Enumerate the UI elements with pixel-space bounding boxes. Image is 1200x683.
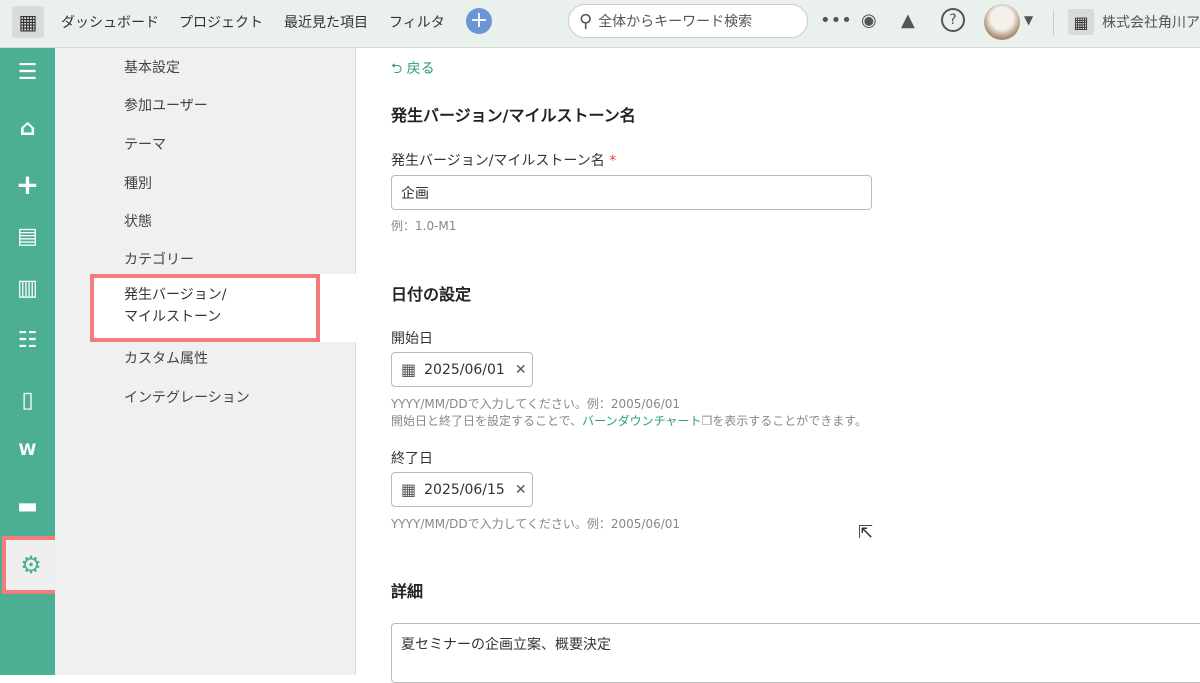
help-icon[interactable]: ? xyxy=(941,8,965,32)
highlight-box xyxy=(90,274,320,342)
settings-item-integration[interactable]: インテグレーション xyxy=(124,387,250,407)
burndown-link[interactable]: バーンダウンチャート xyxy=(582,414,701,428)
name-hint: 例：1.0-M1 xyxy=(391,219,457,233)
wiki-icon[interactable]: W xyxy=(0,440,55,459)
chevron-down-icon[interactable]: ▼ xyxy=(1024,13,1033,27)
nav-projects[interactable]: プロジェクト xyxy=(179,12,263,32)
watch-eye-icon[interactable]: ◉ xyxy=(861,10,877,31)
document-icon[interactable]: ▯ xyxy=(0,388,55,413)
mouse-cursor-icon: ⇱ xyxy=(858,522,874,543)
start-date-label: 開始日 xyxy=(391,331,433,347)
milestone-name-input[interactable]: 企画 xyxy=(391,175,872,210)
start-date-input[interactable]: ▦ 2025/06/01 ✕ xyxy=(391,352,533,387)
clear-icon[interactable]: ✕ xyxy=(515,362,527,378)
end-date-hint: YYYY/MM/DDで入力してください。例：2005/06/01 xyxy=(391,517,681,531)
board-icon[interactable]: ▥ xyxy=(0,276,55,301)
files-icon[interactable]: ▬ xyxy=(0,494,55,519)
more-icon[interactable]: ••• xyxy=(820,10,852,31)
company-name[interactable]: 株式会社角川ア xyxy=(1102,12,1200,32)
section-title-name: 発生バージョン/マイルストーン名 xyxy=(391,106,636,125)
settings-item-category[interactable]: カテゴリー xyxy=(124,249,194,269)
start-date-hint: YYYY/MM/DDで入力してください。例：2005/06/01 xyxy=(391,397,681,411)
settings-item-custom-fields[interactable]: カスタム属性 xyxy=(124,348,208,368)
avatar[interactable] xyxy=(984,4,1020,40)
nav-dashboard[interactable]: ダッシュボード xyxy=(61,12,159,32)
nav-recent[interactable]: 最近見た項目 xyxy=(284,12,368,32)
settings-item-theme[interactable]: テーマ xyxy=(124,134,166,154)
external-window-icon: ❐ xyxy=(701,414,713,428)
divider xyxy=(1053,10,1054,36)
burndown-hint: 開始日と終了日を設定することで、バーンダウンチャート❐を表示することができます。 xyxy=(391,414,868,428)
settings-item-basic[interactable]: 基本設定 xyxy=(124,57,180,77)
search-icon: ⚲ xyxy=(579,10,593,32)
section-title-dates: 日付の設定 xyxy=(391,285,472,304)
end-date-input[interactable]: ▦ 2025/06/15 ✕ xyxy=(391,472,533,507)
gantt-icon[interactable]: ☷ xyxy=(0,328,55,353)
end-date-label: 終了日 xyxy=(391,451,433,467)
settings-item-status[interactable]: 状態 xyxy=(124,211,152,231)
calendar-icon: ▦ xyxy=(401,480,417,499)
name-label: 発生バージョン/マイルストーン名 * xyxy=(391,153,617,169)
add-issue-icon[interactable]: + xyxy=(0,168,55,201)
calendar-icon: ▦ xyxy=(401,360,417,379)
settings-gear-icon[interactable]: ⚙ xyxy=(2,536,60,594)
clear-icon[interactable]: ✕ xyxy=(515,482,527,498)
nav-filter[interactable]: フィルタ xyxy=(389,12,445,32)
back-link[interactable]: ⮌ 戻る xyxy=(391,58,435,82)
settings-nav: 基本設定 参加ユーザー テーマ 種別 状態 カテゴリー カスタム属性 インテグレ… xyxy=(55,48,356,675)
search-input[interactable]: ⚲ 全体からキーワード検索 xyxy=(568,4,808,38)
issue-list-icon[interactable]: ▤ xyxy=(0,224,55,249)
settings-item-issue-types[interactable]: 種別 xyxy=(124,173,152,193)
bell-icon[interactable]: ▲ xyxy=(901,10,915,31)
company-icon: ▦ xyxy=(1068,9,1094,35)
detail-textarea[interactable]: 夏セミナーの企画立案、概要決定 xyxy=(391,623,1200,683)
space-logo-icon[interactable]: ▦ xyxy=(12,6,44,38)
add-button[interactable]: + xyxy=(466,8,492,34)
section-title-detail: 詳細 xyxy=(391,582,424,601)
search-placeholder: 全体からキーワード検索 xyxy=(598,14,753,30)
menu-icon[interactable]: ☰ xyxy=(0,60,55,85)
home-icon[interactable]: ⌂ xyxy=(0,116,55,141)
settings-item-members[interactable]: 参加ユーザー xyxy=(124,95,208,115)
top-bar: ▦ ダッシュボード プロジェクト 最近見た項目 フィルタ + ⚲ 全体からキーワー… xyxy=(0,0,1200,48)
